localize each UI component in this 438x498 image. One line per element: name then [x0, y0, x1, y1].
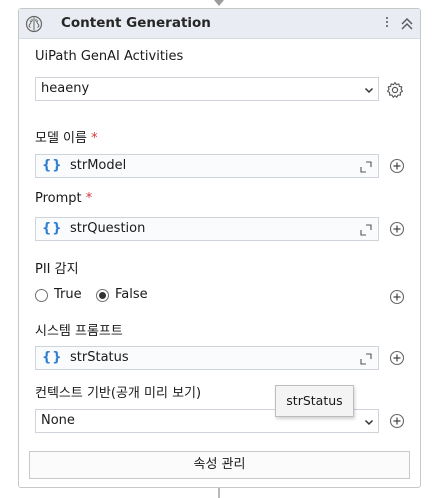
- plus-circle-icon[interactable]: [389, 221, 405, 237]
- plus-circle-icon[interactable]: [389, 413, 405, 429]
- required-mark: *: [91, 131, 98, 146]
- radio-true-label[interactable]: True: [54, 287, 82, 302]
- dropdown-chevron-icon[interactable]: [363, 416, 375, 428]
- system-prompt-label: 시스템 프롬프트: [35, 324, 123, 339]
- system-prompt-value: strStatus: [70, 350, 129, 365]
- flow-arrow-top: [214, 0, 224, 6]
- pii-label: PII 감지: [35, 262, 79, 277]
- more-vertical-icon[interactable]: [384, 15, 390, 33]
- activity-card[interactable]: Content Generation UiPath GenAI Activiti…: [18, 8, 421, 488]
- prompt-value: strQuestion: [70, 221, 146, 236]
- activity-title: Content Generation: [61, 15, 211, 31]
- required-mark: *: [85, 191, 93, 206]
- brain-icon: [25, 15, 43, 33]
- card-header[interactable]: Content Generation: [19, 9, 420, 39]
- context-label: 컨텍스트 기반(공개 미리 보기): [35, 386, 202, 401]
- radio-false-label[interactable]: False: [115, 287, 148, 302]
- context-value: None: [41, 413, 75, 428]
- radio-true[interactable]: [35, 289, 48, 302]
- model-value: strModel: [70, 158, 127, 173]
- model-label: 모델 이름 *: [35, 131, 98, 146]
- manage-properties-button[interactable]: 속성 관리: [29, 451, 410, 479]
- connection-label: UiPath GenAI Activities: [35, 49, 184, 64]
- variable-braces-icon: {}: [42, 350, 63, 365]
- expand-editor-icon[interactable]: [360, 353, 372, 365]
- prompt-label: Prompt *: [35, 191, 93, 206]
- tooltip: strStatus: [275, 385, 354, 417]
- collapse-icon[interactable]: [400, 16, 414, 32]
- variable-braces-icon: {}: [42, 221, 63, 236]
- settings-gear-icon[interactable]: [386, 81, 404, 99]
- expand-editor-icon[interactable]: [360, 161, 372, 173]
- dropdown-chevron-icon[interactable]: [363, 84, 375, 96]
- connection-select[interactable]: heaeny: [35, 77, 379, 101]
- prompt-input[interactable]: {} strQuestion: [35, 217, 379, 241]
- plus-circle-icon[interactable]: [389, 158, 405, 174]
- plus-circle-icon[interactable]: [389, 289, 405, 305]
- radio-false[interactable]: [96, 289, 109, 302]
- connection-value: heaeny: [41, 81, 90, 96]
- model-input[interactable]: {} strModel: [35, 154, 379, 178]
- flow-connector-bottom: [218, 488, 220, 498]
- variable-braces-icon: {}: [42, 158, 63, 173]
- system-prompt-input[interactable]: {} strStatus: [35, 346, 379, 370]
- expand-editor-icon[interactable]: [360, 224, 372, 236]
- plus-circle-icon[interactable]: [389, 350, 405, 366]
